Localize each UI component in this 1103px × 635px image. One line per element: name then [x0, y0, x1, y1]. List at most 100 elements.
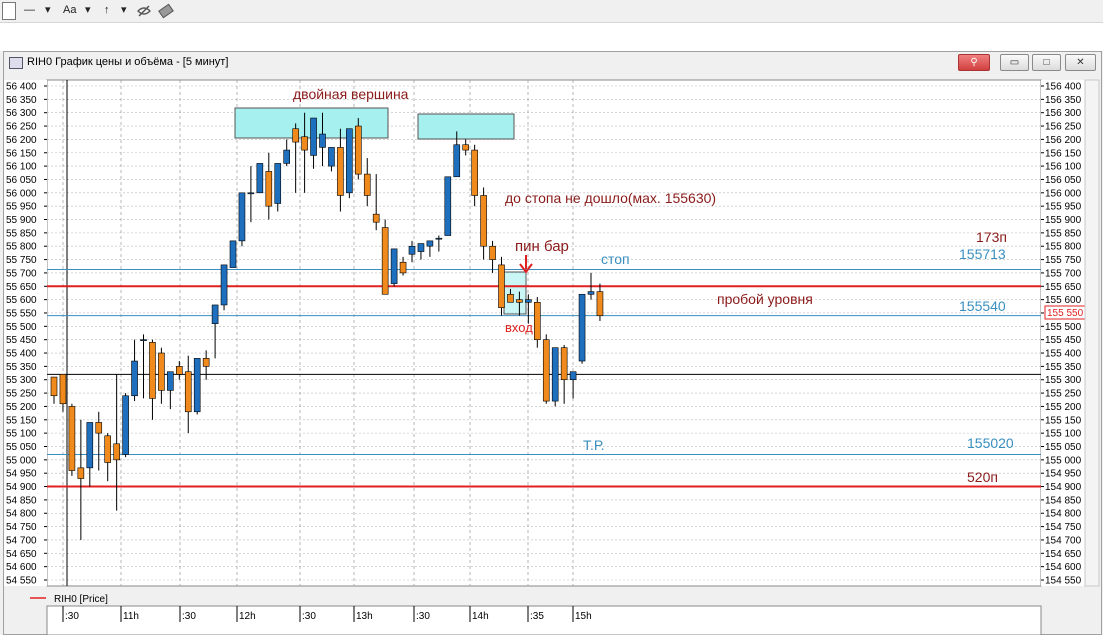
right-tick-label: 156 300 — [1045, 108, 1082, 119]
right-tick-label: 156 150 — [1045, 148, 1082, 159]
left-tick-label: 55 400 — [6, 349, 37, 360]
right-tick-label: 155 100 — [1045, 429, 1082, 440]
level-155713-label: 155713 — [959, 246, 1006, 262]
left-tick-label: 54 700 — [6, 535, 37, 546]
candle-body — [274, 163, 282, 204]
candle-body — [283, 149, 291, 164]
right-tick-label: 154 650 — [1045, 549, 1082, 560]
right-tick-label: 156 400 — [1045, 82, 1082, 93]
left-tick-label: 55 500 — [6, 322, 37, 333]
candle-body — [238, 192, 246, 242]
candle-body — [301, 136, 308, 151]
left-tick-label: 55 000 — [6, 455, 37, 466]
left-tick-label: 56 200 — [6, 135, 37, 146]
time-tick-label: 11h — [123, 611, 139, 622]
candle-body — [507, 293, 514, 303]
left-tick-label: 55 450 — [6, 335, 37, 346]
candle-body — [363, 173, 371, 196]
right-tick-label: 154 800 — [1045, 509, 1082, 520]
candle-body — [247, 192, 255, 195]
pin-bar-zone — [503, 271, 527, 315]
candle-body — [596, 291, 604, 316]
candle-body — [551, 347, 559, 402]
left-tick-label: 54 850 — [6, 495, 37, 506]
left-tick-label: 56 100 — [6, 162, 37, 173]
right-tick-label: 155 050 — [1045, 442, 1082, 453]
left-tick-label: 55 350 — [6, 362, 37, 373]
candle-body — [113, 443, 120, 461]
candle-body — [578, 293, 586, 362]
left-tick-label: 56 000 — [6, 188, 37, 199]
pin-bar-label: пин бар — [515, 238, 569, 255]
legend-label: RIH0 [Price] — [54, 594, 108, 605]
right-tick-label: 156 250 — [1045, 122, 1082, 133]
time-axis[interactable] — [46, 605, 1042, 635]
candle-body — [435, 237, 443, 240]
candle-body — [354, 125, 362, 175]
candle-body — [211, 304, 219, 324]
right-tick-label: 154 900 — [1045, 482, 1082, 493]
right-tick-label: 156 350 — [1045, 95, 1082, 106]
candle-body — [408, 245, 416, 255]
candle-body — [480, 195, 487, 247]
left-tick-label: 55 950 — [6, 202, 37, 213]
no-stop-label: до стопа не дошло(мах. 155630) — [505, 190, 716, 206]
candle-body — [292, 128, 299, 143]
left-tick-label: 55 650 — [6, 282, 37, 293]
stop-label: стоп — [601, 251, 630, 267]
right-tick-label: 155 750 — [1045, 255, 1082, 266]
double-top-label: двойная вершина — [293, 86, 409, 102]
right-tick-label: 155 350 — [1045, 362, 1082, 373]
points-173-label: 173п — [976, 229, 1007, 245]
double-top-zone-2 — [417, 113, 515, 140]
right-tick-label: 155 950 — [1045, 202, 1082, 213]
left-tick-label: 56 150 — [6, 148, 37, 159]
candle-body — [569, 371, 577, 381]
candle-body — [149, 342, 156, 399]
left-tick-label: 55 900 — [6, 215, 37, 226]
candle-body — [202, 358, 210, 367]
candle-body — [426, 240, 434, 247]
time-tick-label: 12h — [239, 611, 256, 622]
time-tick-label: :30 — [65, 611, 79, 622]
candle-body — [444, 176, 452, 236]
right-tick-label: 155 600 — [1045, 295, 1082, 306]
candle-body — [390, 248, 398, 284]
right-tick-label: 156 200 — [1045, 135, 1082, 146]
right-tick-label: 155 300 — [1045, 375, 1082, 386]
candle-body — [193, 358, 201, 413]
candle-body — [265, 171, 273, 207]
price-chart[interactable]: 56 400 56 350 56 300 56 250 56 200 56 150 56 1… — [0, 0, 1103, 635]
candle-body — [77, 467, 85, 479]
right-tick-label: 155 650 — [1045, 282, 1082, 293]
right-tick-label: 155 400 — [1045, 349, 1082, 360]
right-tick-label: 155 800 — [1045, 242, 1082, 253]
candle-body — [471, 149, 478, 196]
left-tick-label: 56 050 — [6, 175, 37, 186]
candle-body — [220, 264, 228, 306]
candle-body — [516, 299, 523, 303]
level-155020-label: 155020 — [967, 435, 1014, 451]
left-tick-label: 56 250 — [6, 122, 37, 133]
left-tick-label: 55 300 — [6, 375, 37, 386]
left-tick-label: 55 750 — [6, 255, 37, 266]
vertical-scrollbar[interactable] — [1084, 79, 1100, 587]
plot-area[interactable] — [46, 79, 1042, 587]
right-tick-label: 155 250 — [1045, 389, 1082, 400]
candle-body — [399, 261, 407, 274]
time-tick-label: :35 — [530, 611, 544, 622]
left-tick-label: 55 850 — [6, 228, 37, 239]
legend-bar — [4, 591, 1099, 606]
left-tick-label: 55 150 — [6, 415, 37, 426]
right-tick-label: 155 000 — [1045, 455, 1082, 466]
candle-body — [560, 347, 568, 381]
left-tick-label: 54 650 — [6, 549, 37, 560]
right-tick-label: 155 900 — [1045, 215, 1082, 226]
level-155540-label: 155540 — [959, 298, 1006, 314]
right-tick-label: 156 050 — [1045, 175, 1082, 186]
right-tick-label: 154 950 — [1045, 469, 1082, 480]
right-tick-label: 154 850 — [1045, 495, 1082, 506]
candle-body — [542, 339, 550, 402]
left-tick-label: 55 700 — [6, 268, 37, 279]
time-tick-label: :30 — [416, 611, 430, 622]
